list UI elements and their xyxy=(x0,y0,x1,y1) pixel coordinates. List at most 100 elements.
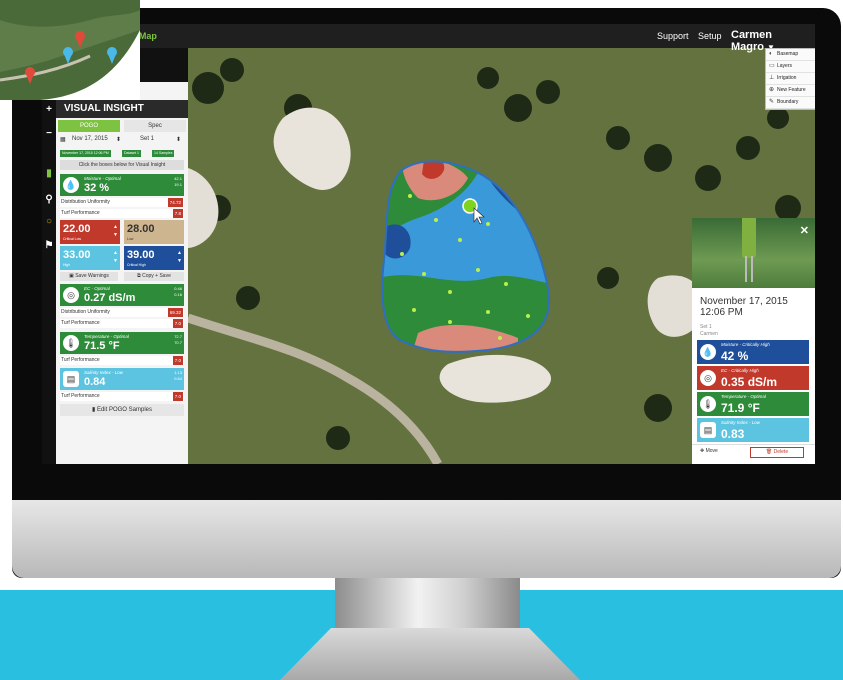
range-top: 0.46 xyxy=(174,286,182,291)
sample-point[interactable] xyxy=(408,194,412,198)
sample-point[interactable] xyxy=(422,272,426,276)
moisture-status: Moisture - Optimal xyxy=(84,176,121,181)
threshold-value: 33.00 xyxy=(63,249,91,261)
moisture-card[interactable]: 💧 Moisture - Optimal 32 % 42.1 19.1 xyxy=(60,174,184,196)
layer-item-label: Boundary xyxy=(777,99,799,105)
info-timestamp: November 17, 2015 12:06 PM xyxy=(60,150,111,157)
threshold-actions: ▣ Save Warnings ⧉ Copy + Save xyxy=(60,272,184,281)
panel-title: VISUAL INSIGHT xyxy=(56,100,188,118)
range-bottom: 70.7 xyxy=(174,340,182,345)
threshold-critical-low[interactable]: 22.00 Critical Low ▲ ▼ xyxy=(60,220,120,244)
distribution-uniformity-row: Distribution Uniformity 74.72 xyxy=(60,198,184,207)
sample-point[interactable] xyxy=(400,252,404,256)
moisture-drop-icon: 💧 xyxy=(700,344,716,360)
copy-save-button[interactable]: ⧉ Copy + Save xyxy=(124,272,184,281)
detail-actions: ✥ Move 🗑 Delete xyxy=(692,444,815,459)
metric-value: 7.0 xyxy=(172,392,183,401)
detail-temperature-card[interactable]: 🌡 Temperature - Optimal 71.9 °F xyxy=(697,392,809,416)
layer-item-new-feature[interactable]: ⊕ New Feature xyxy=(766,85,815,97)
salinity-card[interactable]: ▤ Salinity Index - Low 0.84 1.13 0.64 xyxy=(60,368,184,390)
sample-point[interactable] xyxy=(448,290,452,294)
stepper-arrows-icon[interactable]: ▲ ▼ xyxy=(113,249,118,265)
threshold-critical-high[interactable]: 39.00 Critical High ▲ ▼ xyxy=(124,246,184,270)
circle-tool-icon[interactable]: ○ xyxy=(42,216,56,227)
turf-performance-row: Turf Performance 7.0 xyxy=(60,392,184,401)
close-icon[interactable]: ✕ xyxy=(800,224,809,237)
metric-value: 74.72 xyxy=(167,198,183,207)
thermometer-icon: 🌡 xyxy=(63,335,79,351)
visual-insight-hint: Click the boxes below for Visual Insight xyxy=(60,160,184,170)
breadcrumb-map[interactable]: Map xyxy=(139,31,157,41)
metric-label: Turf Performance xyxy=(61,393,100,399)
calendar-icon[interactable]: ▦ xyxy=(60,136,66,143)
stepper-arrows-icon[interactable]: ▲ ▼ xyxy=(177,249,182,265)
sample-point[interactable] xyxy=(486,310,490,314)
sample-point[interactable] xyxy=(526,314,530,318)
ec-card[interactable]: ◎ EC - Optimal 0.27 dS/m 0.46 0.16 xyxy=(60,284,184,306)
range-bottom: 0.16 xyxy=(174,292,182,297)
temperature-status: Temperature - Optimal xyxy=(84,334,129,339)
boundary-icon: ✎ xyxy=(769,99,775,105)
temperature-range: 72.7 70.7 xyxy=(174,334,182,346)
stepper-arrows-icon[interactable]: ▲ ▼ xyxy=(113,223,118,239)
sample-point[interactable] xyxy=(448,320,452,324)
flag-tool-icon[interactable]: ⚑ xyxy=(42,240,56,251)
detail-moisture-card[interactable]: 💧 Moisture - Critically High 42 % xyxy=(697,340,809,364)
metric-label: Turf Performance xyxy=(61,210,100,216)
trash-icon: 🗑 xyxy=(765,449,774,455)
threshold-high[interactable]: 33.00 High ▲ ▼ xyxy=(60,246,120,270)
layer-item-label: Irrigation xyxy=(777,75,797,81)
date-select[interactable]: Nov 17, 2015 xyxy=(72,136,108,142)
metric-label: Distribution Uniformity xyxy=(61,309,110,315)
layer-item-boundary[interactable]: ✎ Boundary xyxy=(766,97,815,109)
detail-ec-card[interactable]: ◎ EC - Critically High 0.35 dS/m xyxy=(697,366,809,390)
detail-salinity-value: 0.83 xyxy=(721,427,745,441)
detail-ec-status: EC - Critically High xyxy=(721,368,759,373)
tab-pogo[interactable]: POGO xyxy=(58,120,120,132)
zoom-in-button[interactable]: + xyxy=(42,104,56,115)
move-button[interactable]: ✥ Move xyxy=(700,448,718,454)
detail-temperature-status: Temperature - Optimal xyxy=(721,394,766,399)
sample-point[interactable] xyxy=(486,222,490,226)
sample-point[interactable] xyxy=(498,336,502,340)
delete-button[interactable]: 🗑 Delete xyxy=(750,447,804,458)
set-select[interactable]: Set 1 xyxy=(140,136,154,142)
threshold-value: 28.00 xyxy=(127,223,155,235)
save-warnings-button[interactable]: ▣ Save Warnings xyxy=(60,272,118,281)
setup-link[interactable]: Setup xyxy=(698,31,722,41)
turf-performance-row: Turf Performance 7.0 xyxy=(60,356,184,365)
tab-spec[interactable]: Spec xyxy=(124,120,186,132)
app-screen: es | Map Support Setup Carmen Magro▼ ◐ Ba… xyxy=(42,24,815,464)
threshold-label: High xyxy=(63,263,71,267)
temperature-card[interactable]: 🌡 Temperature - Optimal 71.5 °F 72.7 70.7 xyxy=(60,332,184,354)
range-top: 72.7 xyxy=(174,334,182,339)
support-link[interactable]: Support xyxy=(657,31,689,41)
sample-point[interactable] xyxy=(412,308,416,312)
button-label: Save Warnings xyxy=(75,273,109,279)
sample-point[interactable] xyxy=(476,268,480,272)
sample-point[interactable] xyxy=(458,238,462,242)
threshold-label: Critical High xyxy=(127,263,146,267)
probe-tool-icon[interactable]: ▮ xyxy=(42,168,56,179)
button-label: Copy + Save xyxy=(142,273,171,279)
layer-item-layers[interactable]: ▭ Layers xyxy=(766,61,815,73)
info-dataset: Dataset 1 xyxy=(122,150,141,157)
thermometer-icon: 🌡 xyxy=(700,396,716,412)
layer-item-irrigation[interactable]: ⊥ Irrigation xyxy=(766,73,815,85)
range-top: 42.1 xyxy=(174,176,182,181)
detail-salinity-card[interactable]: ▤ Salinity Index - Low 0.83 xyxy=(697,418,809,442)
range-top: 1.13 xyxy=(174,370,182,375)
sample-point[interactable] xyxy=(504,282,508,286)
sample-point[interactable] xyxy=(434,218,438,222)
threshold-low[interactable]: 28.00 Low xyxy=(124,220,184,244)
layer-item-basemap[interactable]: ◐ Basemap xyxy=(766,49,815,61)
pin-tool-icon[interactable]: ⚲ xyxy=(42,194,56,205)
date-stepper-icon[interactable]: ⬍ xyxy=(116,136,121,143)
sample-detail-panel: ✕ November 17, 2015 12:06 PM Set 1 Carme… xyxy=(692,218,815,464)
zoom-out-button[interactable]: − xyxy=(42,128,56,139)
set-stepper-icon[interactable]: ⬍ xyxy=(176,136,181,143)
detail-moisture-value: 42 % xyxy=(721,349,749,363)
metric-value: 7.0 xyxy=(172,356,183,365)
edit-pogo-samples-button[interactable]: ▮ Edit POGO Samples xyxy=(60,404,184,416)
salinity-range: 1.13 0.64 xyxy=(174,370,182,382)
